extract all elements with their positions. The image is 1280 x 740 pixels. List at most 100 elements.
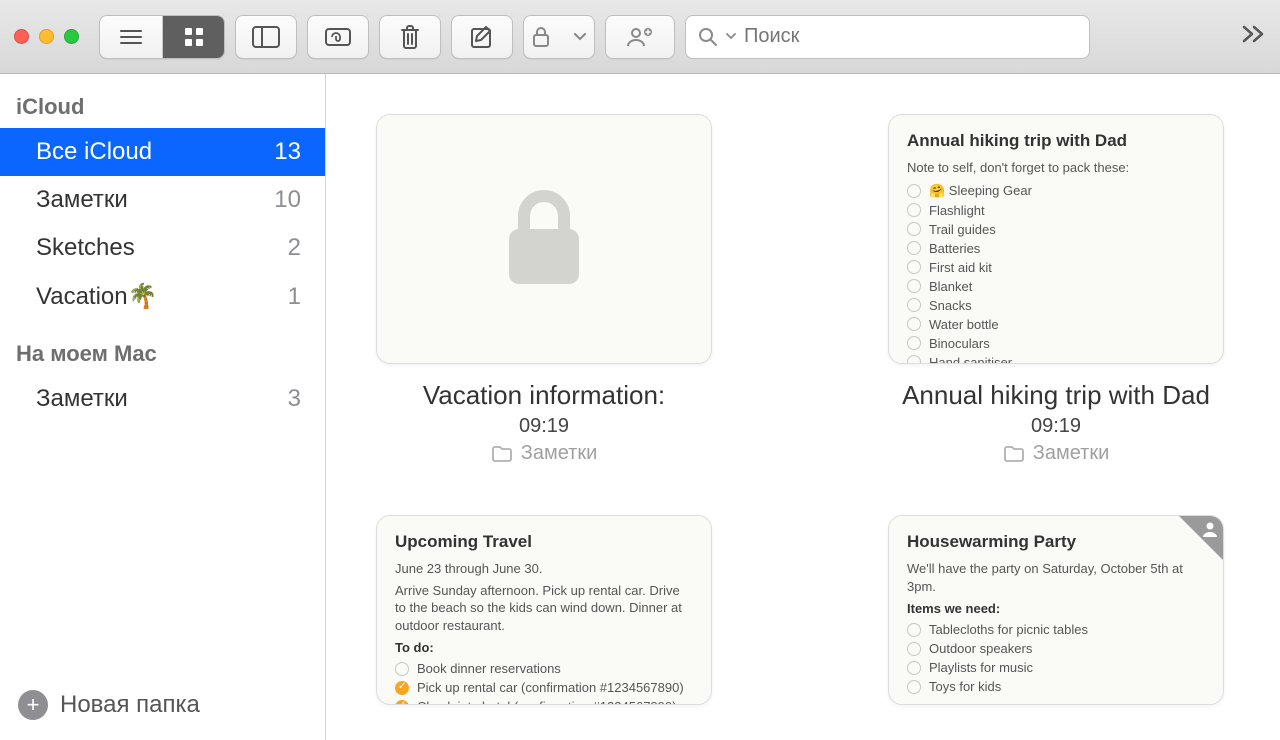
note-title: Vacation information:: [376, 380, 712, 411]
view-mode-segmented: [99, 15, 225, 59]
note-caption: Annual hiking trip with Dad 09:19 Заметк…: [888, 380, 1224, 465]
toggle-sidebar-button[interactable]: [235, 15, 297, 59]
checklist-item-label: Flashlight: [929, 203, 985, 218]
fullscreen-window-button[interactable]: [64, 29, 79, 44]
checklist: Book dinner reservations Pick up rental c…: [395, 659, 693, 705]
folder-label: Заметки: [36, 186, 128, 214]
checkbox-icon: [907, 279, 921, 293]
sidebar-section-title: iCloud: [0, 74, 325, 128]
note-tile[interactable]: Vacation information: 09:19 Заметки: [376, 114, 712, 465]
card-title: Annual hiking trip with Dad: [907, 131, 1205, 151]
new-folder-label: Новая папка: [60, 691, 200, 719]
minimize-window-button[interactable]: [39, 29, 54, 44]
checklist-item: Book dinner reservations: [395, 659, 693, 678]
checklist-item-label: Outdoor speakers: [929, 641, 1032, 656]
folder-label: Заметки: [36, 385, 128, 413]
checkbox-icon: [907, 623, 921, 637]
note-title: Annual hiking trip with Dad: [888, 380, 1224, 411]
notes-grid: Vacation information: 09:19 Заметки Annu…: [326, 74, 1280, 740]
checkbox-icon: [907, 642, 921, 656]
note-card: Annual hiking trip with Dad Note to self…: [888, 114, 1224, 364]
lock-dropdown-button[interactable]: [523, 15, 595, 59]
checkbox-icon: [907, 317, 921, 331]
checklist-item: Outdoor speakers: [907, 639, 1205, 658]
folder-sketches[interactable]: Sketches 2: [0, 224, 325, 272]
folder-all-icloud[interactable]: Все iCloud 13: [0, 128, 325, 176]
folder-notes-icloud[interactable]: Заметки 10: [0, 176, 325, 224]
note-card-locked: [376, 114, 712, 364]
grid-view-button[interactable]: [162, 16, 224, 58]
close-window-button[interactable]: [14, 29, 29, 44]
overflow-button[interactable]: [1240, 24, 1266, 49]
checklist-item: Water bottle: [907, 315, 1205, 334]
search-field[interactable]: [685, 15, 1090, 59]
checklist-item-label: Hand sanitiser: [929, 355, 1012, 364]
checklist-item: Snacks: [907, 296, 1205, 315]
folder-count: 1: [288, 283, 301, 311]
checklist-item: Trail guides: [907, 220, 1205, 239]
search-input[interactable]: [744, 25, 1077, 48]
lock-icon: [499, 184, 589, 294]
checklist-item-label: Toys for kids: [929, 679, 1001, 694]
new-folder-button[interactable]: + Новая папка: [0, 674, 325, 740]
folder-count: 10: [274, 186, 301, 214]
checklist-item: Check into hotel (confirmation #12345678…: [395, 697, 693, 705]
main: iCloud Все iCloud 13 Заметки 10 Sketches…: [0, 74, 1280, 740]
card-text: Arrive Sunday afternoon. Pick up rental …: [395, 582, 693, 635]
card-text: We'll have the party on Saturday, Octobe…: [907, 560, 1205, 595]
sidebar-section-title: На моем Mac: [0, 321, 325, 375]
toolbar: [0, 0, 1280, 74]
note-time: 09:19: [376, 415, 712, 438]
folder-count: 13: [274, 138, 301, 166]
note-caption: Vacation information: 09:19 Заметки: [376, 380, 712, 465]
attachments-button[interactable]: [307, 15, 369, 59]
card-heading: To do:: [395, 640, 693, 655]
card-title: Upcoming Travel: [395, 532, 693, 552]
checklist-item-label: Blanket: [929, 279, 972, 294]
checklist-item-label: Batteries: [929, 241, 980, 256]
checklist-item-label: Snacks: [929, 298, 972, 313]
note-time: 09:19: [888, 415, 1224, 438]
chevron-down-icon: [726, 33, 736, 40]
checklist-item: Pick up rental car (confirmation #123456…: [395, 678, 693, 697]
checklist-item: Blanket: [907, 277, 1205, 296]
note-tile[interactable]: Upcoming Travel June 23 through June 30.…: [376, 515, 712, 705]
plus-icon: +: [18, 690, 48, 720]
checklist-item-label: Trail guides: [929, 222, 996, 237]
checklist-item: Toys for kids: [907, 677, 1205, 696]
checklist-item: Hand sanitiser: [907, 353, 1205, 364]
checkbox-icon: [395, 662, 409, 676]
delete-button[interactable]: [379, 15, 441, 59]
checklist-item: Flashlight: [907, 201, 1205, 220]
checkbox-icon: [395, 681, 409, 695]
checklist-item: Playlists for music: [907, 658, 1205, 677]
checkbox-icon: [907, 661, 921, 675]
checklist-item: Binoculars: [907, 334, 1205, 353]
checkbox-icon: [907, 336, 921, 350]
note-tile[interactable]: Housewarming Party We'll have the party …: [888, 515, 1224, 705]
note-folder: Заметки: [888, 442, 1224, 465]
folder-icon: [491, 445, 513, 463]
folder-notes-local[interactable]: Заметки 3: [0, 375, 325, 423]
checklist-item-label: Playlists for music: [929, 660, 1033, 675]
checklist-item-label: First aid kit: [929, 260, 992, 275]
chevron-down-icon: [574, 33, 586, 41]
checklist-item: Batteries: [907, 239, 1205, 258]
compose-button[interactable]: [451, 15, 513, 59]
sidebar: iCloud Все iCloud 13 Заметки 10 Sketches…: [0, 74, 326, 740]
list-view-button[interactable]: [100, 16, 162, 58]
checkbox-icon: [907, 241, 921, 255]
folder-count: 3: [288, 385, 301, 413]
checklist-item-label: Pick up rental car (confirmation #123456…: [417, 680, 684, 695]
search-icon: [698, 27, 718, 47]
checklist-item: Tablecloths for picnic tables: [907, 620, 1205, 639]
checklist-item: First aid kit: [907, 258, 1205, 277]
note-tile[interactable]: Annual hiking trip with Dad Note to self…: [888, 114, 1224, 465]
collaborate-button[interactable]: [605, 15, 675, 59]
checklist-item-label: Water bottle: [929, 317, 999, 332]
shared-badge: [1179, 516, 1223, 560]
folder-count: 2: [288, 234, 301, 262]
card-text: June 23 through June 30.: [395, 560, 693, 578]
folder-vacation[interactable]: Vacation🌴 1: [0, 272, 325, 321]
folder-label: Vacation🌴: [36, 282, 158, 311]
